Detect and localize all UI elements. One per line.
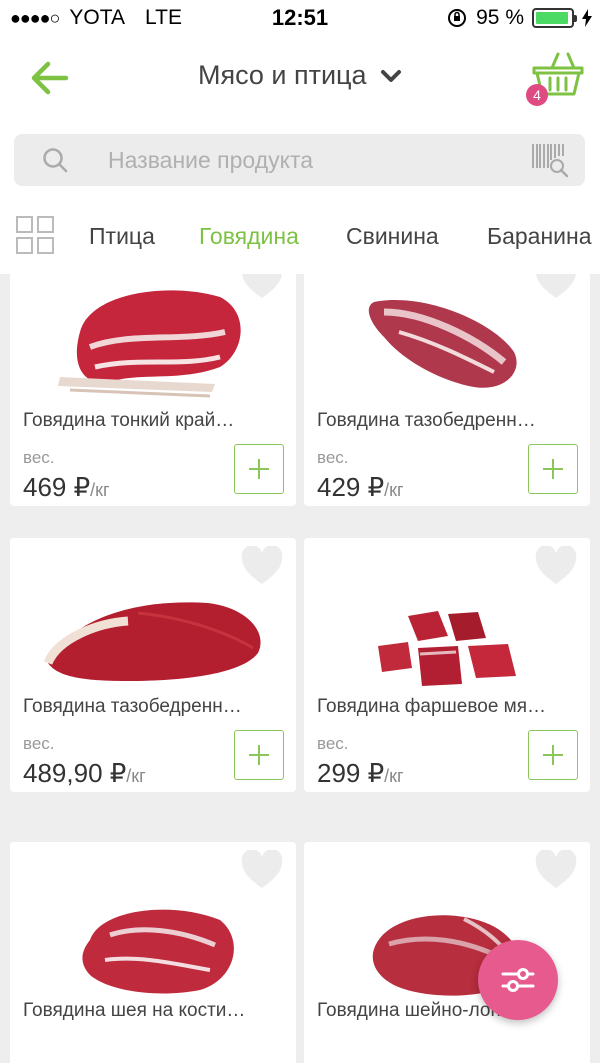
product-name: Говядина шея на кости… [23,1000,246,1021]
product-image [378,611,516,686]
plus-icon [543,459,563,479]
price-value: 469 ₽ [23,472,91,502]
add-to-cart-button[interactable] [234,444,284,494]
charging-bolt-icon [582,9,592,27]
price-value: 429 ₽ [317,472,385,502]
product-price: 429 ₽/кг [317,472,404,503]
product-card[interactable]: Говядина тонкий край… вес. 469 ₽/кг [10,274,296,506]
status-right: 95 % [446,6,592,30]
battery-fill [536,12,569,24]
product-image [368,300,517,388]
product-weight-label: вес. [317,734,349,753]
heart-icon[interactable] [534,274,578,300]
category-dropdown[interactable]: Мясо и птица [0,60,600,91]
product-card[interactable]: Говядина тазобедренн… вес. 489,90 ₽/кг [10,538,296,792]
product-weight-label: вес. [23,734,55,753]
filter-sliders-icon [501,968,535,992]
product-name: Говядина тазобедренн… [23,696,242,717]
page-title: Мясо и птица [197,60,367,90]
plus-icon [249,459,269,479]
heart-icon[interactable] [240,546,284,586]
price-unit: /кг [384,480,404,500]
product-price: 469 ₽/кг [23,472,110,503]
tab-beef[interactable]: Говядина [199,223,299,250]
plus-icon [543,745,563,765]
add-to-cart-button[interactable] [528,730,578,780]
chevron-down-icon [381,69,402,82]
cart-count-badge: 4 [526,84,548,106]
rotation-lock-icon [448,9,467,27]
product-name: Говядина тонкий край… [23,410,235,431]
product-card[interactable]: Говядина тазобедренн… вес. 429 ₽/кг [304,274,590,506]
price-value: 489,90 ₽ [23,758,127,788]
heart-icon[interactable] [534,546,578,586]
product-weight-label: вес. [23,448,55,467]
product-image [82,909,234,994]
add-to-cart-button[interactable] [528,444,578,494]
status-bar: ●●●●○ YOTA LTE 12:51 95 % [0,0,600,38]
tab-pork[interactable]: Свинина [346,223,439,250]
app-header: Мясо и птица 4 [0,38,600,122]
price-unit: /кг [384,766,404,786]
heart-icon[interactable] [240,850,284,890]
product-weight-label: вес. [317,448,349,467]
plus-icon [249,745,269,765]
product-name: Говядина тазобедренн… [317,410,536,431]
category-tabs: Птица Говядина Свинина Баранина [0,198,600,274]
barcode-scanner-icon[interactable] [529,142,571,178]
product-card[interactable]: Говядина фаршевое мя… вес. 299 ₽/кг [304,538,590,792]
cart-button[interactable]: 4 [526,50,586,106]
product-image [43,602,261,681]
add-to-cart-button[interactable] [234,730,284,780]
price-unit: /кг [90,480,110,500]
search-icon [43,148,68,173]
product-card[interactable]: Говядина шея на кости… [10,842,296,1063]
heart-icon[interactable] [534,850,578,890]
price-unit: /кг [126,766,146,786]
product-price: 489,90 ₽/кг [23,758,146,789]
product-image [58,290,241,398]
search-input[interactable] [108,134,508,186]
tab-lamb[interactable]: Баранина [487,223,592,250]
battery-icon [532,8,577,28]
grid-view-icon[interactable] [16,216,54,254]
product-price: 299 ₽/кг [317,758,404,789]
filter-button[interactable] [478,940,558,1020]
search-box [14,134,585,186]
battery-percent: 95 % [476,6,524,29]
product-name: Говядина фаршевое мя… [317,696,547,717]
search-area [0,122,600,198]
price-value: 299 ₽ [317,758,385,788]
tab-poultry[interactable]: Птица [89,223,155,250]
